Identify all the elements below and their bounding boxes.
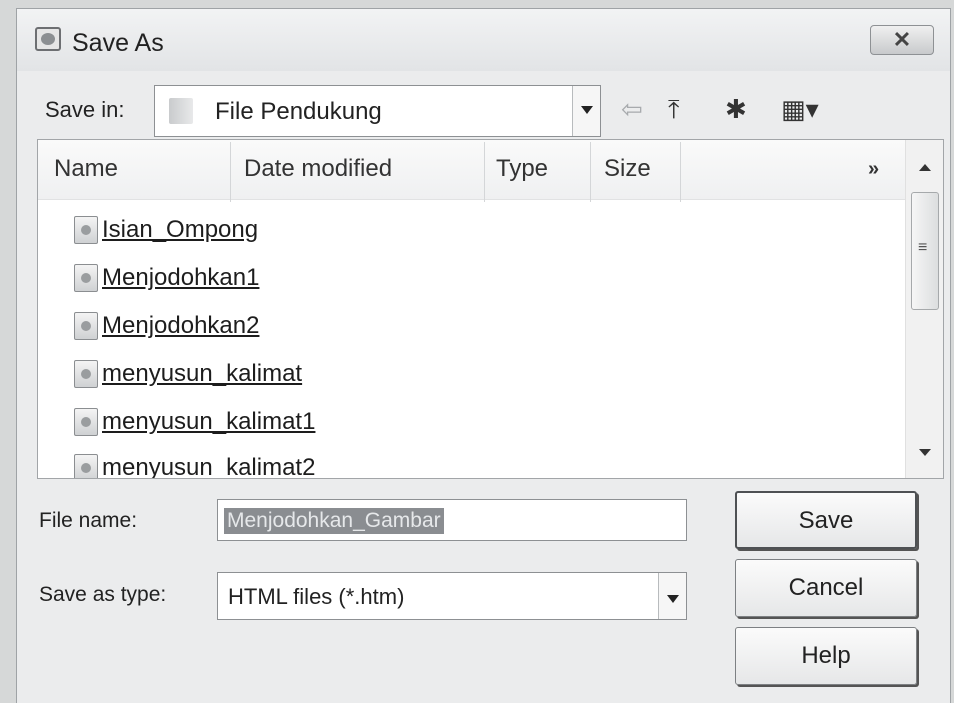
- save-as-type-value: HTML files (*.htm): [228, 584, 405, 609]
- file-name-text: menyusun_kalimat1: [102, 408, 316, 435]
- file-name-text: Menjodohkan1: [102, 264, 260, 291]
- column-divider[interactable]: [230, 142, 231, 202]
- html-file-icon: [74, 264, 98, 292]
- save-as-dialog: Save As ✕ Save in: File Pendukung ⇦ ⤒ ✱ …: [16, 8, 951, 703]
- column-divider[interactable]: [590, 142, 591, 202]
- list-item[interactable]: Menjodohkan1: [74, 258, 259, 298]
- column-size[interactable]: Size: [604, 155, 651, 183]
- cancel-button[interactable]: Cancel: [735, 559, 917, 617]
- file-name-text: Menjodohkan2: [102, 312, 260, 339]
- app-icon: [35, 27, 61, 51]
- save-button[interactable]: Save: [735, 491, 917, 549]
- file-name-text: menyusun_kalimat: [102, 360, 303, 387]
- up-folder-icon[interactable]: ⤒: [668, 95, 680, 126]
- file-name-text: menyusun_kalimat2: [102, 454, 316, 479]
- column-type[interactable]: Type: [496, 155, 548, 183]
- scroll-down-icon[interactable]: [919, 449, 931, 456]
- save-in-label: Save in:: [45, 97, 125, 122]
- back-icon[interactable]: ⇦: [621, 95, 643, 125]
- column-divider[interactable]: [484, 142, 485, 202]
- column-name[interactable]: Name: [54, 155, 118, 183]
- view-menu-icon[interactable]: ▦▾: [781, 95, 819, 125]
- save-in-value: File Pendukung: [215, 98, 382, 125]
- list-item[interactable]: Menjodohkan2: [74, 306, 259, 346]
- file-name-input[interactable]: Menjodohkan_Gambar: [217, 499, 687, 541]
- html-file-icon: [74, 216, 98, 244]
- file-name-selected-text: Menjodohkan_Gambar: [224, 508, 444, 534]
- title-bar: Save As ✕: [17, 9, 950, 71]
- list-item[interactable]: menyusun_kalimat2: [74, 448, 316, 479]
- help-button[interactable]: Help: [735, 627, 917, 685]
- save-as-type-dropdown[interactable]: HTML files (*.htm): [217, 572, 687, 620]
- file-name-text: Isian_Ompong: [102, 216, 259, 243]
- save-in-dropdown[interactable]: File Pendukung: [154, 85, 601, 137]
- vertical-scrollbar[interactable]: [905, 140, 943, 478]
- column-divider[interactable]: [680, 142, 681, 202]
- html-file-icon: [74, 408, 98, 436]
- chevron-down-icon[interactable]: [572, 86, 600, 136]
- file-name-label: File name:: [39, 509, 138, 532]
- scroll-up-icon[interactable]: [919, 164, 931, 171]
- new-folder-icon[interactable]: ✱: [725, 95, 747, 125]
- list-item[interactable]: menyusun_kalimat: [74, 354, 302, 394]
- html-file-icon: [74, 360, 98, 388]
- list-item[interactable]: menyusun_kalimat1: [74, 402, 315, 442]
- folder-icon: [169, 98, 193, 124]
- html-file-icon: [74, 312, 98, 340]
- column-date-modified[interactable]: Date modified: [244, 155, 392, 183]
- file-list: Name Date modified Type Size » Isian_Omp…: [37, 139, 944, 479]
- more-columns-icon[interactable]: »: [868, 158, 879, 181]
- html-file-icon: [74, 454, 98, 478]
- window-title: Save As: [72, 29, 164, 57]
- save-as-type-label: Save as type:: [39, 583, 167, 606]
- close-button[interactable]: ✕: [870, 25, 934, 55]
- chevron-down-icon[interactable]: [658, 573, 686, 619]
- scrollbar-thumb[interactable]: [911, 192, 939, 310]
- list-item[interactable]: Isian_Ompong: [74, 210, 258, 250]
- column-header-row: Name Date modified Type Size »: [38, 140, 906, 202]
